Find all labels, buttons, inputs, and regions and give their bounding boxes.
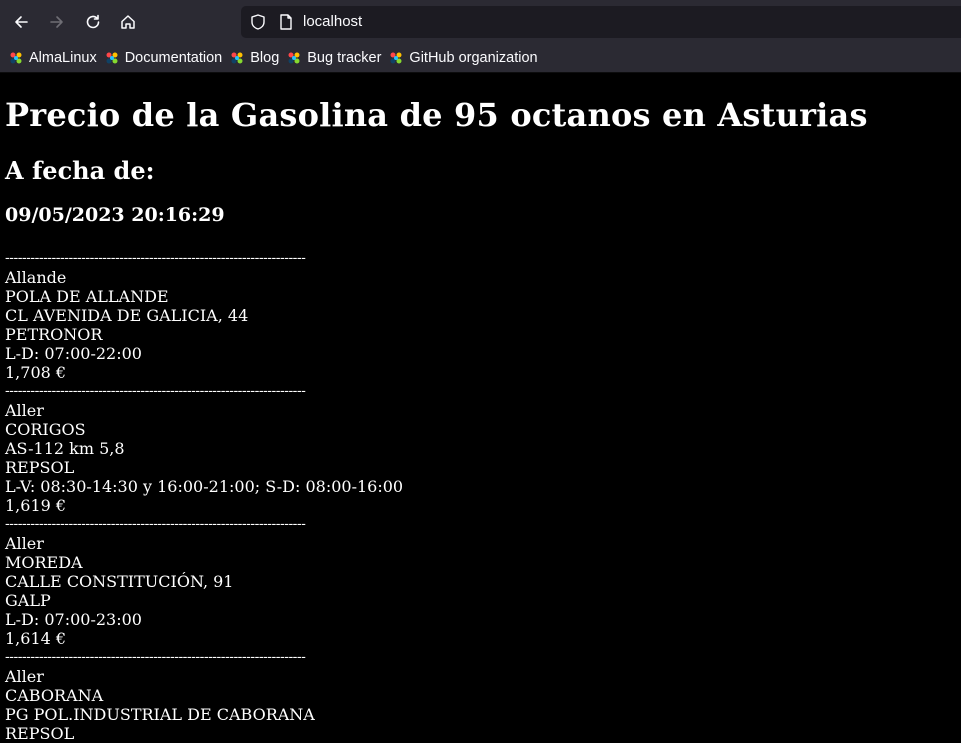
address-bar[interactable]: localhost [241,6,961,38]
station-marca: PETRONOR [5,325,103,344]
station-localidad: CORIGOS [5,420,86,439]
bookmarks-bar: AlmaLinux Documentation Blog Bug tracker… [0,44,961,73]
date-heading: A fecha de: [5,156,155,185]
bookmark-blog[interactable]: Blog [229,50,279,66]
forward-button[interactable] [45,10,69,34]
bookmark-documentation[interactable]: Documentation [104,50,223,66]
station-horario: L-V: 08:30-14:30 y 16:00-21:00; S-D: 08:… [5,477,404,496]
page-icon[interactable] [277,13,295,31]
station-municipio: Allande [5,268,67,287]
separator: ----------------------------------------… [5,649,306,665]
back-arrow-icon [15,16,28,28]
station-direccion: PG POL.INDUSTRIAL DE CABORANA [5,705,315,724]
station-marca: REPSOL [5,724,75,743]
station-precio: 1,614 € [5,629,67,648]
station-list: ----------------------------------------… [5,249,403,743]
station-localidad: CABORANA [5,686,104,705]
home-icon [121,15,135,29]
bookmark-label: Bug tracker [307,50,382,66]
page-title: Precio de la Gasolina de 95 octanos en A… [5,96,868,134]
separator: ----------------------------------------… [5,250,306,266]
bookmark-github-organization[interactable]: GitHub organization [388,50,538,66]
station-marca: REPSOL [5,458,75,477]
separator: ----------------------------------------… [5,516,306,532]
back-button[interactable] [9,10,33,34]
bookmark-label: GitHub organization [409,50,538,66]
station-municipio: Aller [5,401,44,420]
bookmark-label: Blog [250,50,280,66]
almalinux-icon [10,52,22,64]
reload-button[interactable] [81,10,105,34]
almalinux-icon [231,52,243,64]
station-horario: L-D: 07:00-22:00 [5,344,142,363]
almalinux-icon [390,52,402,64]
separator: ----------------------------------------… [5,383,306,399]
station-marca: GALP [5,591,51,610]
station-direccion: AS-112 km 5,8 [5,439,125,458]
station-municipio: Aller [5,667,44,686]
home-button[interactable] [116,10,140,34]
station-direccion: CL AVENIDA DE GALICIA, 44 [5,306,249,325]
station-precio: 1,619 € [5,496,67,515]
almalinux-icon [288,52,300,64]
datetime: 09/05/2023 20:16:29 [5,204,225,226]
forward-arrow-icon [50,16,63,28]
station-horario: L-D: 07:00-23:00 [5,610,142,629]
almalinux-icon [106,52,118,64]
shield-icon[interactable] [249,13,267,31]
bookmark-almalinux[interactable]: AlmaLinux [8,50,97,66]
station-precio: 1,708 € [5,363,67,382]
station-localidad: POLA DE ALLANDE [5,287,169,306]
station-municipio: Aller [5,534,44,553]
bookmark-label: Documentation [124,50,223,66]
bookmark-bug-tracker[interactable]: Bug tracker [286,50,381,66]
bookmark-label: AlmaLinux [29,50,97,66]
station-localidad: MOREDA [5,553,83,572]
reload-icon [86,14,100,29]
url-text[interactable]: localhost [303,13,362,30]
browser-toolbar: localhost [0,0,961,44]
station-direccion: CALLE CONSTITUCIÓN, 91 [5,572,234,591]
